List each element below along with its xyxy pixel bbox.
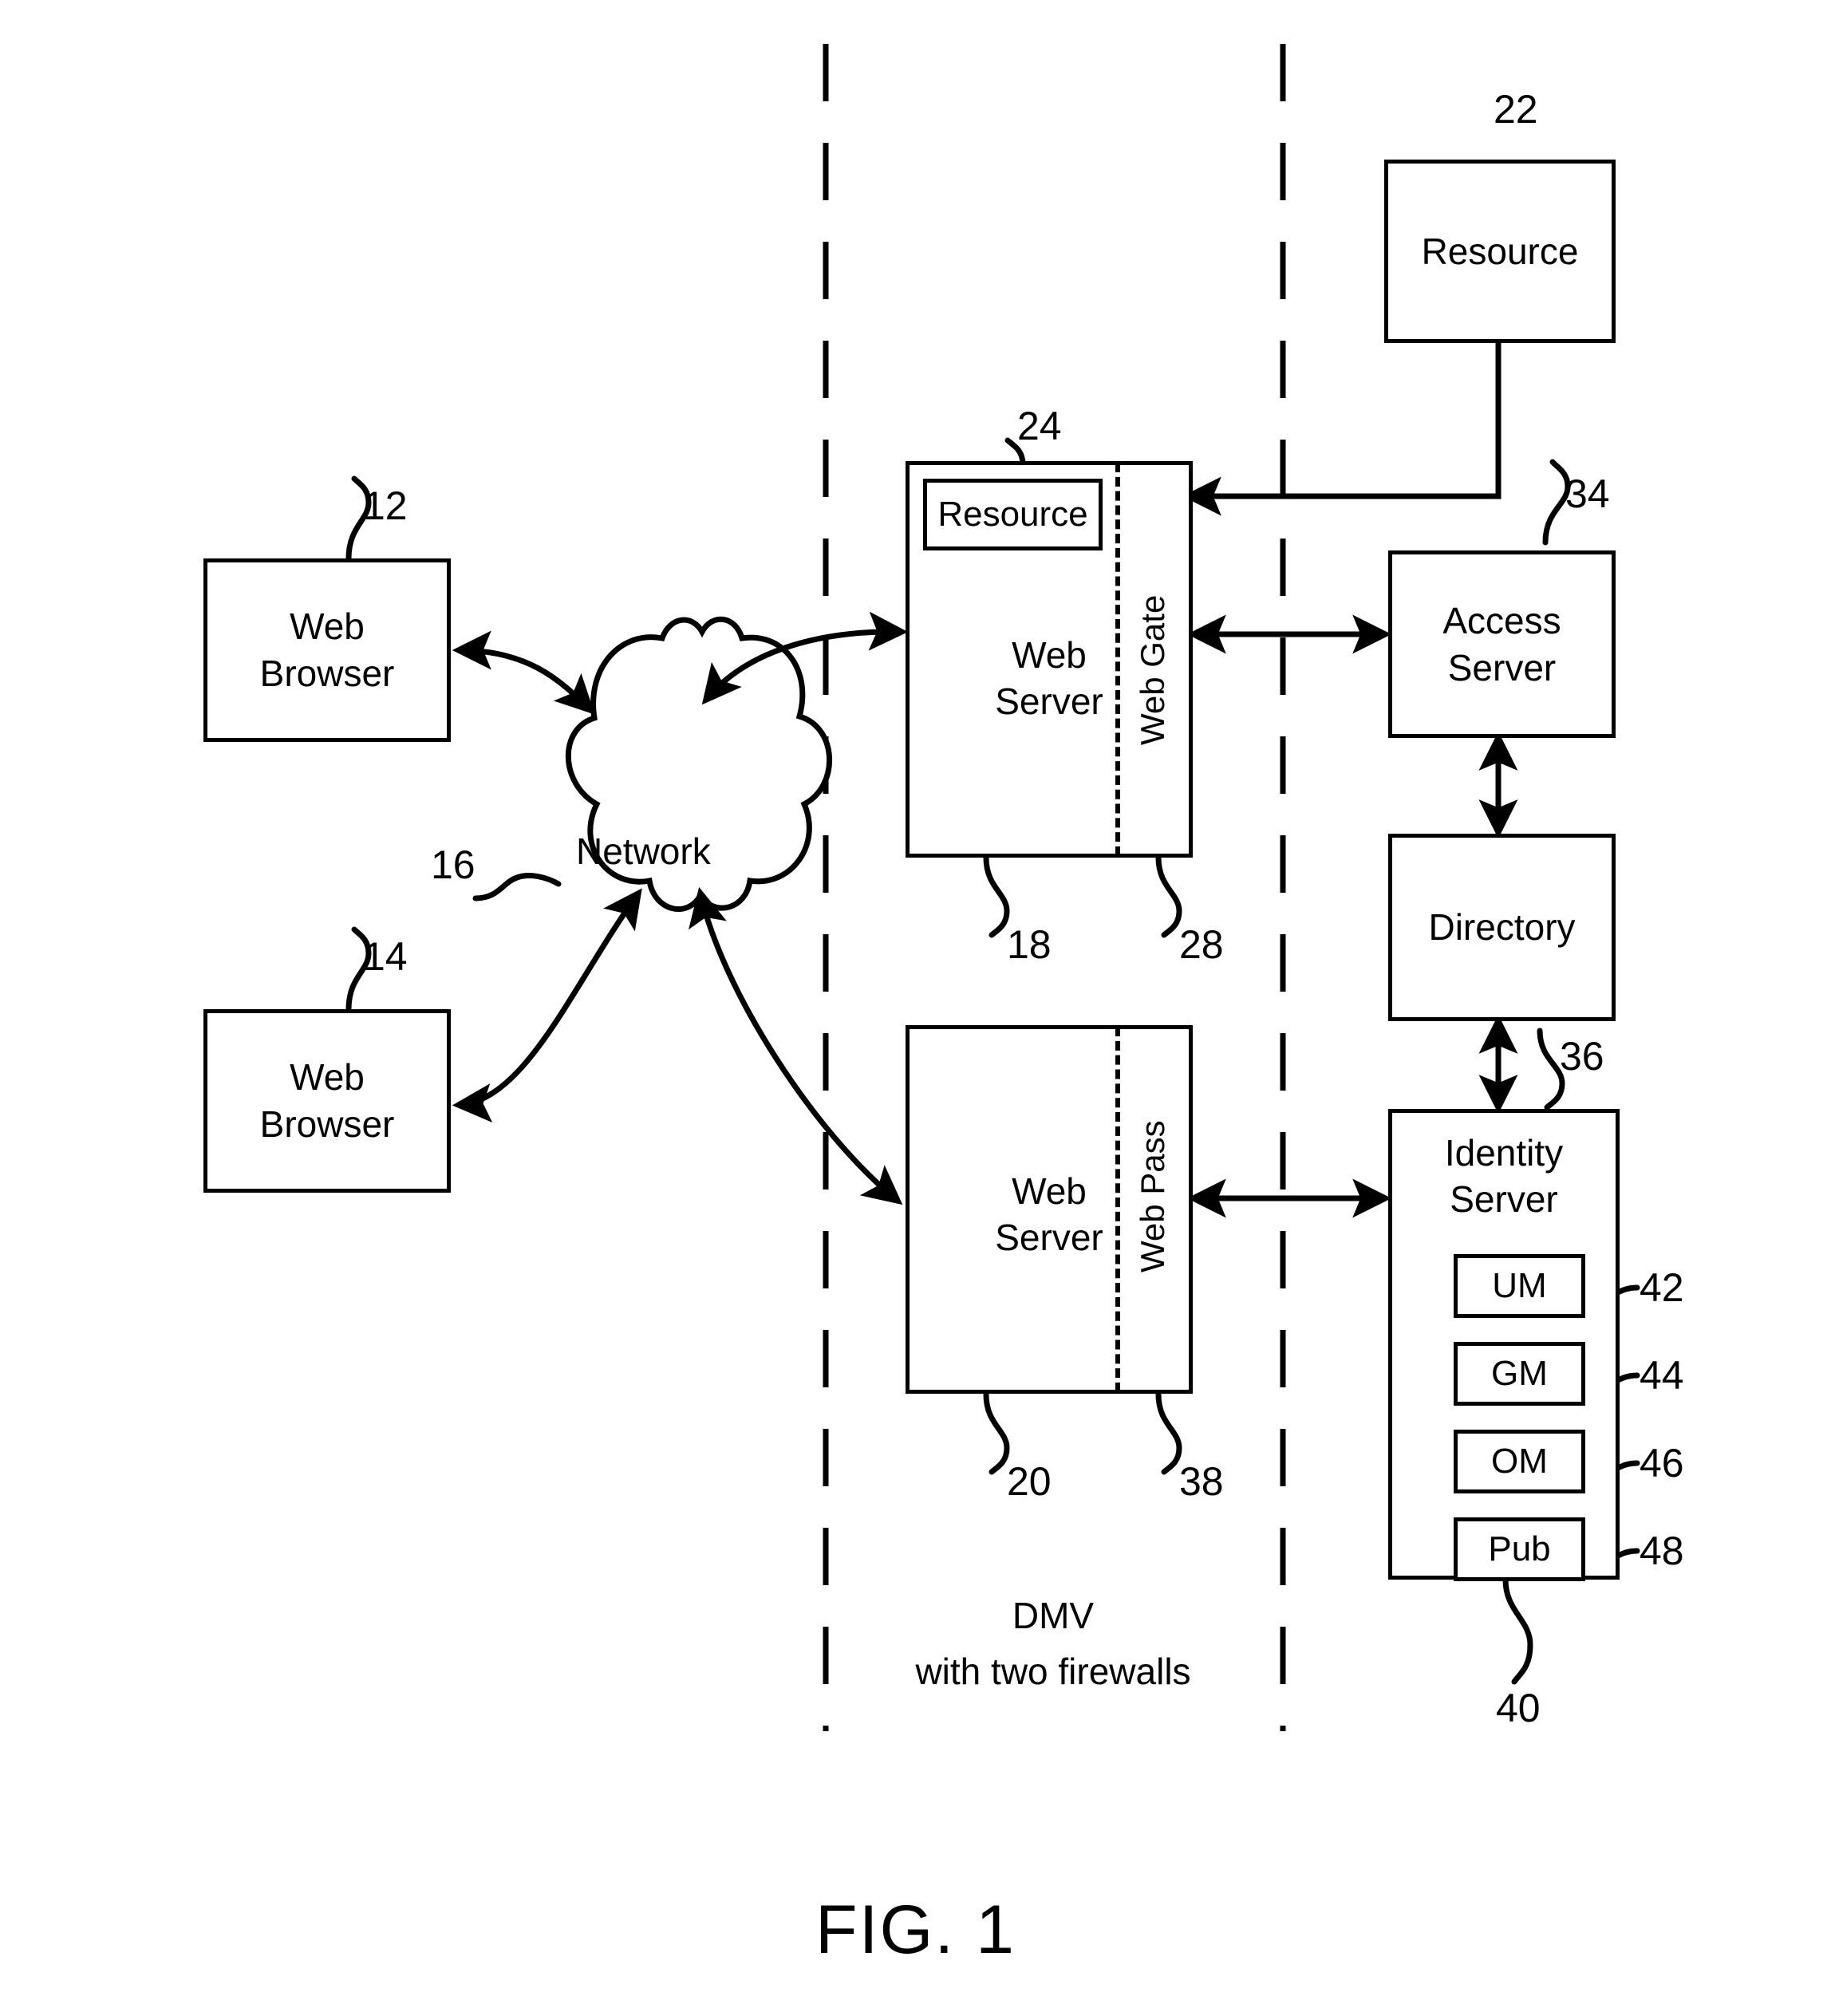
resource-22-label: Resource [1421,230,1579,272]
ref-number-48: 48 [1640,1529,1684,1573]
ref-number-14: 14 [363,934,408,979]
resource-22-box: Resource [1384,160,1616,343]
access-server-label-line2: Server [1447,646,1557,688]
identity-module-pub-label: Pub [1488,1529,1551,1568]
ref-number-18: 18 [1007,922,1052,967]
web-browser-12-label-line1: Web [290,606,365,648]
ref-number-44: 44 [1640,1353,1684,1398]
link-browser14-network [452,888,642,1122]
ref-number-38: 38 [1179,1459,1224,1504]
access-server-34-box: Access Server [1388,550,1616,738]
ref-number-12: 12 [363,483,408,528]
leader-36 [1537,1028,1565,1111]
leader-18 [983,854,1010,938]
identity-module-gm-label: GM [1491,1354,1548,1393]
web-server-20-label-line1: Web [1012,1170,1087,1212]
identity-server-label-line2: Server [1450,1178,1558,1220]
ref-number-22: 22 [1494,87,1538,132]
access-server-label-line1: Access [1442,599,1561,641]
ref-number-34: 34 [1565,471,1610,516]
leader-28 [1155,854,1182,938]
web-server-18-label-line2: Server [995,680,1103,722]
web-browser-14-box: Web Browser [203,1009,451,1193]
patent-figure-1: Web Browser 12 Web Browser 14 Network 16… [0,0,1831,2016]
web-gate-divider [1115,463,1120,856]
figure-caption: FIG. 1 [815,1892,1016,1968]
identity-module-um-label: UM [1492,1266,1547,1305]
ref-number-40: 40 [1496,1686,1541,1730]
ref-number-28: 28 [1179,922,1224,967]
resource-24-label: Resource [937,495,1088,534]
leader-38 [1155,1391,1182,1475]
web-browser-12-box: Web Browser [203,558,451,742]
zone-note-line1: DMV [1012,1595,1095,1636]
network-cloud-label: Network [576,830,711,872]
identity-module-gm-box: GM [1454,1342,1585,1406]
link-resource22-webgate [1182,343,1501,516]
resource-24-inner-box: Resource [923,479,1103,550]
leader-20 [983,1391,1010,1475]
web-browser-14-label-line1: Web [290,1056,365,1099]
identity-server-label-line1: Identity [1444,1132,1564,1174]
link-browser12-network [452,630,595,715]
identity-module-om-label: OM [1491,1442,1548,1481]
identity-module-om-box: OM [1454,1430,1585,1493]
zone-note-line2: with two firewalls [915,1651,1191,1692]
identity-module-um-box: UM [1454,1254,1585,1318]
web-browser-12-label-line2: Browser [259,653,395,694]
ref-number-36: 36 [1560,1034,1604,1079]
web-pass-divider [1115,1027,1120,1392]
ref-number-20: 20 [1007,1459,1052,1504]
leader-34 [1542,459,1571,546]
directory-36-box: Directory [1388,834,1616,1021]
ref-number-24: 24 [1017,404,1062,448]
web-browser-14-label-line2: Browser [259,1103,395,1145]
ref-number-16: 16 [431,842,476,887]
ref-number-46: 46 [1640,1441,1684,1485]
leader-40 [1502,1576,1533,1685]
ref-number-42: 42 [1640,1265,1684,1310]
directory-label: Directory [1428,906,1576,949]
leader-16 [472,873,562,901]
web-pass-label: Web Pass [1134,1120,1171,1273]
web-server-18-label-line1: Web [1012,634,1087,676]
link-network-webserver20 [689,887,903,1205]
identity-module-pub-box: Pub [1454,1517,1585,1581]
web-server-20-label-line2: Server [995,1216,1103,1258]
web-gate-label: Web Gate [1134,594,1171,746]
